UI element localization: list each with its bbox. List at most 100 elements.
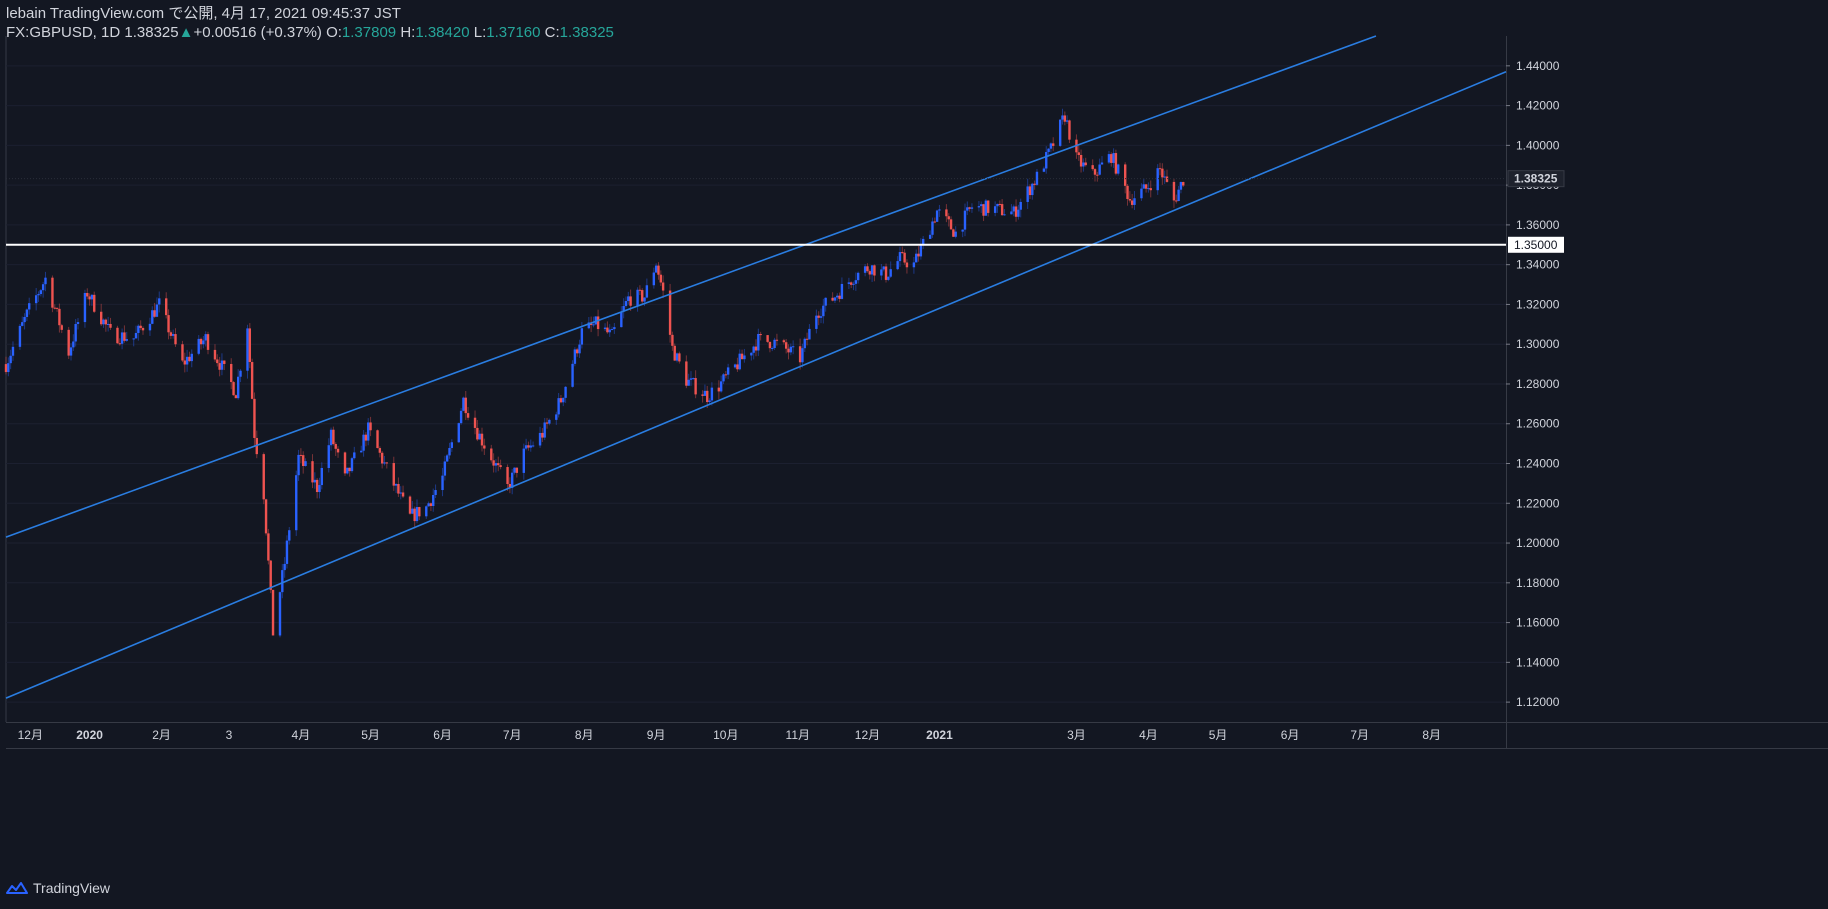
candle[interactable] [917, 253, 920, 257]
candle[interactable] [83, 292, 87, 323]
candle[interactable] [304, 461, 307, 466]
candle[interactable] [204, 334, 207, 341]
candle[interactable] [106, 323, 110, 325]
candle[interactable] [28, 303, 31, 310]
candle[interactable] [545, 422, 549, 424]
candle[interactable] [638, 289, 642, 291]
candle[interactable] [360, 450, 363, 453]
candle[interactable] [1068, 120, 1071, 140]
candle[interactable] [213, 349, 217, 360]
candle[interactable] [1082, 162, 1085, 167]
candle[interactable] [443, 461, 447, 476]
candle[interactable] [687, 379, 690, 386]
candle[interactable] [850, 282, 853, 285]
candle[interactable] [169, 332, 173, 336]
candle[interactable] [580, 328, 584, 345]
time-axis[interactable]: 12月 2020 2月 3 4月 5月 6月 7月 8月 9月 10月 11月 12月 2021 3月 4月 5… [18, 728, 1441, 742]
candle[interactable] [613, 327, 616, 330]
candle[interactable] [1047, 148, 1050, 152]
candle[interactable] [288, 530, 291, 541]
candle[interactable] [1100, 162, 1104, 165]
candle[interactable] [1144, 184, 1148, 189]
candle[interactable] [659, 274, 662, 283]
candle[interactable] [515, 467, 519, 473]
candle[interactable] [132, 338, 135, 340]
candle[interactable] [596, 316, 600, 330]
candle[interactable] [722, 374, 725, 382]
candle[interactable] [1096, 174, 1099, 176]
candle[interactable] [383, 462, 386, 464]
candle[interactable] [392, 463, 395, 486]
candle[interactable] [90, 294, 94, 300]
candle[interactable] [562, 397, 565, 403]
candle[interactable] [281, 570, 284, 593]
candle[interactable] [912, 262, 916, 268]
candle[interactable] [394, 484, 398, 486]
candle[interactable] [527, 445, 530, 448]
candle[interactable] [332, 429, 335, 445]
candle[interactable] [11, 346, 15, 356]
candle[interactable] [459, 410, 463, 424]
candle[interactable] [787, 348, 790, 353]
candle[interactable] [652, 272, 656, 286]
candle[interactable] [473, 417, 477, 428]
candle[interactable] [376, 430, 379, 449]
candle[interactable] [743, 355, 746, 360]
candle[interactable] [852, 283, 855, 285]
candle[interactable] [1130, 200, 1134, 205]
candle[interactable] [1077, 152, 1080, 155]
price-axis[interactable]: 1.12000 1.14000 1.16000 1.18000 1.20000 1.220… [1506, 59, 1565, 709]
price-chart[interactable]: 1.12000 1.14000 1.16000 1.18000 1.20000 1.220… [0, 0, 1828, 909]
candle[interactable] [197, 338, 200, 354]
candle[interactable] [1163, 176, 1166, 178]
candle[interactable] [771, 347, 774, 349]
candle[interactable] [538, 432, 542, 446]
candle[interactable] [1012, 206, 1015, 212]
candle[interactable] [935, 210, 939, 222]
candle[interactable] [246, 328, 249, 371]
candle[interactable] [576, 349, 579, 354]
candle[interactable] [88, 296, 91, 300]
candle[interactable] [766, 335, 769, 342]
candle[interactable] [982, 204, 985, 216]
candle[interactable] [167, 315, 170, 333]
candle[interactable] [838, 295, 841, 299]
candle[interactable] [643, 297, 646, 302]
candle[interactable] [450, 442, 454, 448]
candle[interactable] [678, 353, 681, 362]
candle[interactable] [230, 363, 233, 383]
candle[interactable] [701, 394, 704, 396]
candle[interactable] [72, 341, 75, 348]
candle[interactable] [726, 367, 730, 375]
candle[interactable] [51, 277, 54, 308]
candle[interactable] [183, 360, 186, 365]
candle[interactable] [302, 455, 305, 466]
candle[interactable] [295, 475, 298, 531]
candle[interactable] [1079, 154, 1083, 167]
candle[interactable] [399, 492, 402, 494]
candle[interactable] [55, 307, 59, 309]
candle[interactable] [882, 266, 885, 270]
candle[interactable] [283, 563, 286, 571]
candle[interactable] [854, 280, 858, 284]
candle[interactable] [216, 359, 219, 364]
candle[interactable] [299, 454, 303, 456]
candle[interactable] [868, 271, 871, 275]
candle[interactable] [432, 494, 435, 506]
candle[interactable] [798, 346, 802, 363]
candle[interactable] [1114, 153, 1118, 174]
candle[interactable] [952, 229, 955, 237]
candle[interactable] [346, 467, 349, 474]
candle[interactable] [1049, 143, 1053, 149]
candle[interactable] [445, 455, 449, 462]
candle[interactable] [9, 355, 12, 364]
candle[interactable] [571, 363, 574, 387]
candle[interactable] [1014, 206, 1018, 217]
candle[interactable] [313, 479, 317, 483]
candle[interactable] [1161, 168, 1164, 178]
candle[interactable] [441, 475, 444, 491]
candle[interactable] [494, 463, 498, 466]
candle[interactable] [490, 448, 493, 461]
candle[interactable] [236, 376, 240, 399]
candle[interactable] [708, 400, 711, 403]
